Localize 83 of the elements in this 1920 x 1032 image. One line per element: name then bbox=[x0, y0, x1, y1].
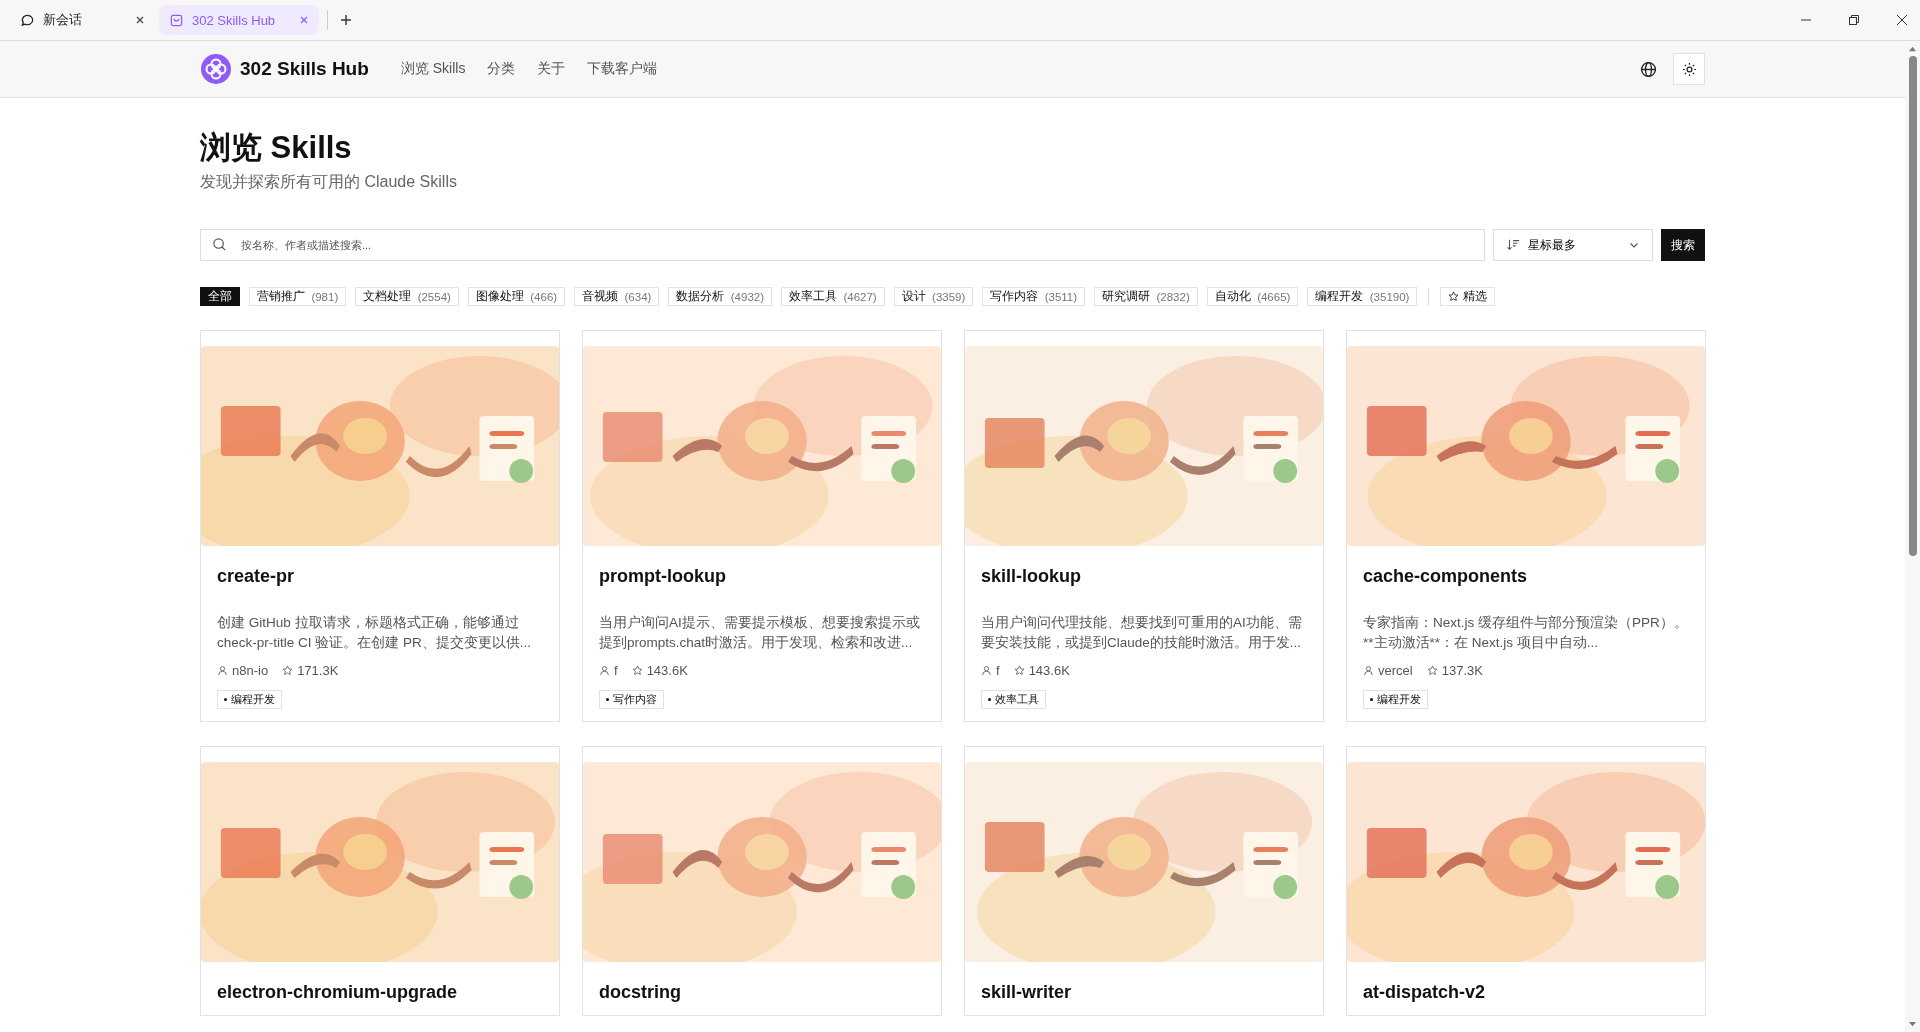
skill-card[interactable]: docstring bbox=[582, 746, 942, 1016]
new-tab-plus-icon[interactable] bbox=[340, 14, 352, 26]
sun-icon bbox=[1681, 61, 1697, 77]
browser-tab[interactable]: 302 Skills Hub bbox=[159, 5, 319, 35]
skill-description: 专家指南：Next.js 缓存组件与部分预渲染（PPR）。**主动激活**：在 Next.js 项目中自动... bbox=[1363, 614, 1689, 652]
user-icon bbox=[1363, 665, 1374, 676]
skill-card[interactable]: create-pr 创建 GitHub 拉取请求，标题格式正确，能够通过 check-pr-title CI 验证。在创建 PR、提交变更以供... n8n-io 171.3K 编程开发 bbox=[200, 330, 560, 722]
skill-name: prompt-lookup bbox=[599, 566, 727, 587]
skill-description: 当用户询问代理技能、想要找到可重用的AI功能、需要安装技能，或提到Claude的技能时激活。用于发... bbox=[981, 614, 1303, 652]
user-icon bbox=[599, 665, 610, 676]
brand-name: 302 Skills Hub bbox=[240, 58, 369, 80]
skill-card[interactable]: skill-writer bbox=[964, 746, 1324, 1016]
search-field[interactable]: 按名称、作者或描述搜索... bbox=[200, 229, 1485, 261]
skill-name: electron-chromium-upgrade bbox=[217, 982, 459, 1003]
star-count: 143.6K bbox=[1028, 663, 1070, 678]
star-icon bbox=[631, 665, 643, 676]
category-filter[interactable]: 效率工具 (4627) bbox=[781, 287, 885, 306]
category-filter[interactable]: 编程开发 (35190) bbox=[1307, 287, 1418, 306]
chat-bubble-icon bbox=[20, 12, 35, 28]
author-name: f bbox=[996, 663, 1000, 678]
nav-link[interactable]: 浏览 Skills bbox=[400, 60, 466, 78]
scroll-up-arrow-icon[interactable] bbox=[1908, 45, 1917, 52]
category-filter[interactable]: 设计 (3359) bbox=[893, 287, 974, 306]
search-icon bbox=[212, 237, 227, 252]
category-tag: 编程开发 bbox=[217, 690, 282, 709]
theme-toggle-button[interactable] bbox=[1673, 53, 1705, 85]
bag-icon bbox=[169, 12, 184, 28]
category-tag: 写作内容 bbox=[599, 690, 664, 709]
logo-icon bbox=[200, 53, 232, 85]
category-filter[interactable]: 研究调研 (2832) bbox=[1094, 287, 1198, 306]
category-filter[interactable]: 数据分析 (4932) bbox=[668, 287, 773, 306]
star-icon bbox=[1013, 665, 1025, 676]
scrollbar[interactable] bbox=[1905, 41, 1920, 1032]
star-count: 143.6K bbox=[646, 663, 688, 678]
skill-card[interactable]: at-dispatch-v2 bbox=[1346, 746, 1706, 1016]
nav-link[interactable]: 关于 bbox=[537, 60, 566, 78]
category-filter[interactable]: 自动化 (4665) bbox=[1206, 287, 1299, 306]
tab-title: 新会话 bbox=[43, 11, 83, 29]
search-button[interactable]: 搜索 bbox=[1661, 229, 1705, 261]
category-tag: 效率工具 bbox=[981, 690, 1046, 709]
author-name: vercel bbox=[1378, 663, 1413, 678]
skill-description: 创建 GitHub 拉取请求，标题格式正确，能够通过 check-pr-title CI 验证。在创建 PR、提交变更以供... bbox=[217, 614, 533, 652]
skill-card[interactable]: skill-lookup 当用户询问代理技能、想要找到可重用的AI功能、需要安装技能，或提到Claude的技能时激活。用于发... f 143.6K 效率工具 bbox=[964, 330, 1324, 722]
featured-filter[interactable]: 精选 bbox=[1440, 287, 1495, 306]
author-name: n8n-io bbox=[232, 663, 269, 678]
globe-icon[interactable] bbox=[1640, 60, 1657, 78]
nav-link[interactable]: 分类 bbox=[487, 60, 516, 78]
close-icon[interactable] bbox=[135, 15, 145, 25]
category-filter[interactable]: 文档处理 (2554) bbox=[355, 287, 459, 306]
star-count: 137.3K bbox=[1441, 663, 1483, 678]
star-count: 171.3K bbox=[297, 663, 339, 678]
sort-icon bbox=[1506, 238, 1520, 252]
category-filter[interactable]: 写作内容 (3511) bbox=[982, 287, 1086, 306]
author-name: f bbox=[614, 663, 618, 678]
skill-name: cache-components bbox=[1363, 566, 1529, 587]
category-tag: 编程开发 bbox=[1363, 690, 1428, 709]
skill-name: skill-lookup bbox=[981, 566, 1082, 587]
skill-name: at-dispatch-v2 bbox=[1363, 982, 1487, 1003]
nav-link[interactable]: 下载客户端 bbox=[587, 60, 658, 78]
category-filter[interactable]: 全部 bbox=[200, 287, 240, 306]
skill-name: create-pr bbox=[217, 566, 296, 587]
star-icon bbox=[282, 665, 294, 676]
skill-card[interactable]: cache-components 专家指南：Next.js 缓存组件与部分预渲染（PPR）。**主动激活**：在 Next.js 项目中自动... vercel 137.3K 编程开发 bbox=[1346, 330, 1706, 722]
skill-card[interactable]: electron-chromium-upgrade bbox=[200, 746, 560, 1016]
scroll-down-arrow-icon[interactable] bbox=[1908, 1021, 1917, 1028]
category-filter[interactable]: 图像处理 (466) bbox=[467, 287, 566, 306]
category-filter[interactable]: 营销推广 (981) bbox=[249, 287, 347, 306]
page-title: 浏览 Skills bbox=[200, 129, 353, 167]
category-filter[interactable]: 音视频 (634) bbox=[574, 287, 660, 306]
restore-icon[interactable] bbox=[1848, 14, 1860, 26]
browser-tab[interactable]: 新会话 bbox=[10, 5, 155, 35]
star-icon bbox=[1426, 665, 1438, 676]
page-subtitle: 发现并探索所有可用的 Claude Skills bbox=[200, 172, 458, 192]
skill-card[interactable]: prompt-lookup 当用户询问AI提示、需要提示模板、想要搜索提示或提到prompts.chat时激活。用于发现、检索和改进... f 143.6K 写作内容 bbox=[582, 330, 942, 722]
user-icon bbox=[981, 665, 992, 676]
tab-title: 302 Skills Hub bbox=[192, 12, 277, 28]
star-icon bbox=[1448, 291, 1460, 302]
user-icon bbox=[217, 665, 228, 676]
skill-description: 当用户询问AI提示、需要提示模板、想要搜索提示或提到prompts.chat时激活。用于发现、检索和改进... bbox=[599, 614, 921, 652]
sort-dropdown[interactable]: 星标最多 bbox=[1493, 229, 1653, 261]
skill-name: docstring bbox=[599, 982, 682, 1003]
skill-name: skill-writer bbox=[981, 982, 1073, 1003]
close-icon[interactable] bbox=[1896, 14, 1908, 26]
